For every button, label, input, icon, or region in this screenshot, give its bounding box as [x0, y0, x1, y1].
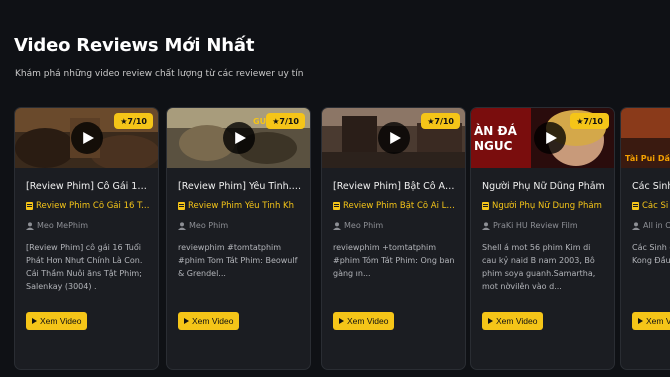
author: Meo MePhim [26, 221, 150, 230]
movie-name: Các Si [642, 201, 669, 211]
movie-link[interactable]: Review Phim Cô Gái 16 Tuổi [26, 201, 150, 211]
film-icon [632, 202, 639, 210]
star-icon: ★ [272, 116, 280, 126]
video-thumbnail[interactable]: ÀN ĐÁ NGUC ★ 7/10 [471, 108, 614, 168]
thumbnail-text: ÀN ĐÁ NGUC [474, 124, 517, 153]
play-icon[interactable] [222, 122, 255, 154]
rating-value: 7/10 [434, 116, 454, 126]
user-icon [178, 221, 186, 230]
user-icon [333, 221, 341, 230]
watch-label: Xem Video [646, 316, 670, 326]
video-carousel[interactable]: ★7/10 [Review Phim] Cô Gái 16 Tuổi Revie… [14, 107, 670, 370]
video-thumbnail[interactable]: ★ 7/10 [15, 108, 158, 168]
video-title[interactable]: [Review Phim] Yêu Tinh. Beowulf [178, 181, 302, 192]
thumbnail-text: Tài Pui Dầ [625, 154, 670, 163]
movie-name: Review Phim Yêu Tinh Kh [188, 201, 294, 211]
user-icon [482, 221, 490, 230]
author: PraKi HU Review Film [482, 221, 606, 230]
video-card[interactable]: ★7/10 [Review Phim] Cô Gái 16 Tuổi Revie… [14, 107, 159, 370]
page-title: Video Reviews Mới Nhất [14, 35, 255, 56]
video-thumbnail[interactable]: GUI ★ 7/10 [167, 108, 310, 168]
video-title[interactable]: Các Sinh [632, 181, 670, 192]
watch-video-button[interactable]: Xem Video [632, 312, 670, 330]
video-card[interactable]: ÀN ĐÁ NGUC ★ 7/10 Người Phụ Nữ Dũng Phảm … [470, 107, 615, 370]
film-icon [333, 202, 340, 210]
film-icon [26, 202, 33, 210]
rating-value: 7/10 [279, 116, 299, 126]
watch-video-button[interactable]: Xem Video [178, 312, 240, 330]
play-small-icon [638, 318, 643, 324]
play-small-icon [339, 318, 344, 324]
video-description: reviewphim #tomtatphim #phim Tom Tát Phi… [178, 243, 298, 278]
video-description: Các Sinh giãrn.! va [REVIEW Kong Đầu [632, 243, 670, 265]
video-thumbnail[interactable]: ★ 7/10 [322, 108, 465, 168]
movie-link[interactable]: Review Phim Bật Cô Ai Lượng [333, 201, 457, 211]
author-name: Meo MePhim [37, 221, 88, 230]
play-small-icon [32, 318, 37, 324]
author-name: All in O [643, 221, 670, 230]
video-thumbnail[interactable]: Tài Pui Dầ [621, 108, 670, 168]
author: Meo Phim [333, 221, 457, 230]
star-icon: ★ [120, 116, 128, 126]
user-icon [632, 221, 640, 230]
author: All in O [632, 221, 670, 230]
page-subtitle: Khám phá những video review chất lượng t… [15, 69, 304, 79]
watch-label: Xem Video [496, 316, 538, 326]
play-icon[interactable] [533, 122, 566, 154]
watch-label: Xem Video [40, 316, 82, 326]
rating-badge: ★ 7/10 [421, 113, 460, 129]
rating-value: 7/10 [127, 116, 147, 126]
watch-video-button[interactable]: Xem Video [333, 312, 395, 330]
rating-value: 7/10 [583, 116, 603, 126]
user-icon [26, 221, 34, 230]
star-icon: ★ [427, 116, 435, 126]
play-icon[interactable] [70, 122, 103, 154]
video-card[interactable]: Tài Pui Dầ Các Sinh Các Si All in O Các … [620, 107, 670, 370]
video-description: Shell á mot 56 phim Kim di cau kỷ naid B… [482, 243, 596, 291]
movie-link[interactable]: Review Phim Yêu Tinh Kh [178, 201, 302, 211]
author-name: Meo Phim [189, 221, 229, 230]
movie-name: Người Phụ Nữ Dung Phảm [492, 201, 602, 211]
rating-badge: ★ 7/10 [114, 113, 153, 129]
film-icon [178, 202, 185, 210]
video-description: reviewphim +tomtatphim #phim Tóm Tát Phi… [333, 243, 455, 278]
video-card[interactable]: GUI ★7/10 [Review Phim] Yêu Tinh. Beowul… [166, 107, 311, 370]
watch-label: Xem Video [192, 316, 234, 326]
play-small-icon [184, 318, 189, 324]
watch-video-button[interactable]: Xem Video [482, 312, 544, 330]
movie-name: Review Phim Bật Cô Ai Lượng [343, 201, 457, 211]
rating-badge: ★ 7/10 [570, 113, 609, 129]
video-card[interactable]: ★7/10 [Review Phim] Bật Cô Ai Lượng Revi… [321, 107, 466, 370]
rating-badge: ★ 7/10 [266, 113, 305, 129]
film-icon [482, 202, 489, 210]
video-description: [Review Phim] cô gái 16 Tuổi Phát Hơn Nh… [26, 243, 143, 291]
video-title[interactable]: [Review Phim] Bật Cô Ai Lượng [333, 181, 457, 192]
movie-link[interactable]: Người Phụ Nữ Dung Phảm [482, 201, 606, 211]
video-title[interactable]: Người Phụ Nữ Dũng Phảm [482, 181, 606, 192]
video-title[interactable]: [Review Phim] Cô Gái 16 Tuổi [26, 181, 150, 192]
author: Meo Phim [178, 221, 302, 230]
watch-video-button[interactable]: Xem Video [26, 312, 88, 330]
movie-link[interactable]: Các Si [632, 201, 670, 211]
play-icon[interactable] [377, 122, 410, 154]
author-name: Meo Phim [344, 221, 384, 230]
star-icon: ★ [576, 116, 584, 126]
author-name: PraKi HU Review Film [493, 221, 578, 230]
watch-label: Xem Video [347, 316, 389, 326]
play-small-icon [488, 318, 493, 324]
movie-name: Review Phim Cô Gái 16 Tuổi [36, 201, 150, 211]
